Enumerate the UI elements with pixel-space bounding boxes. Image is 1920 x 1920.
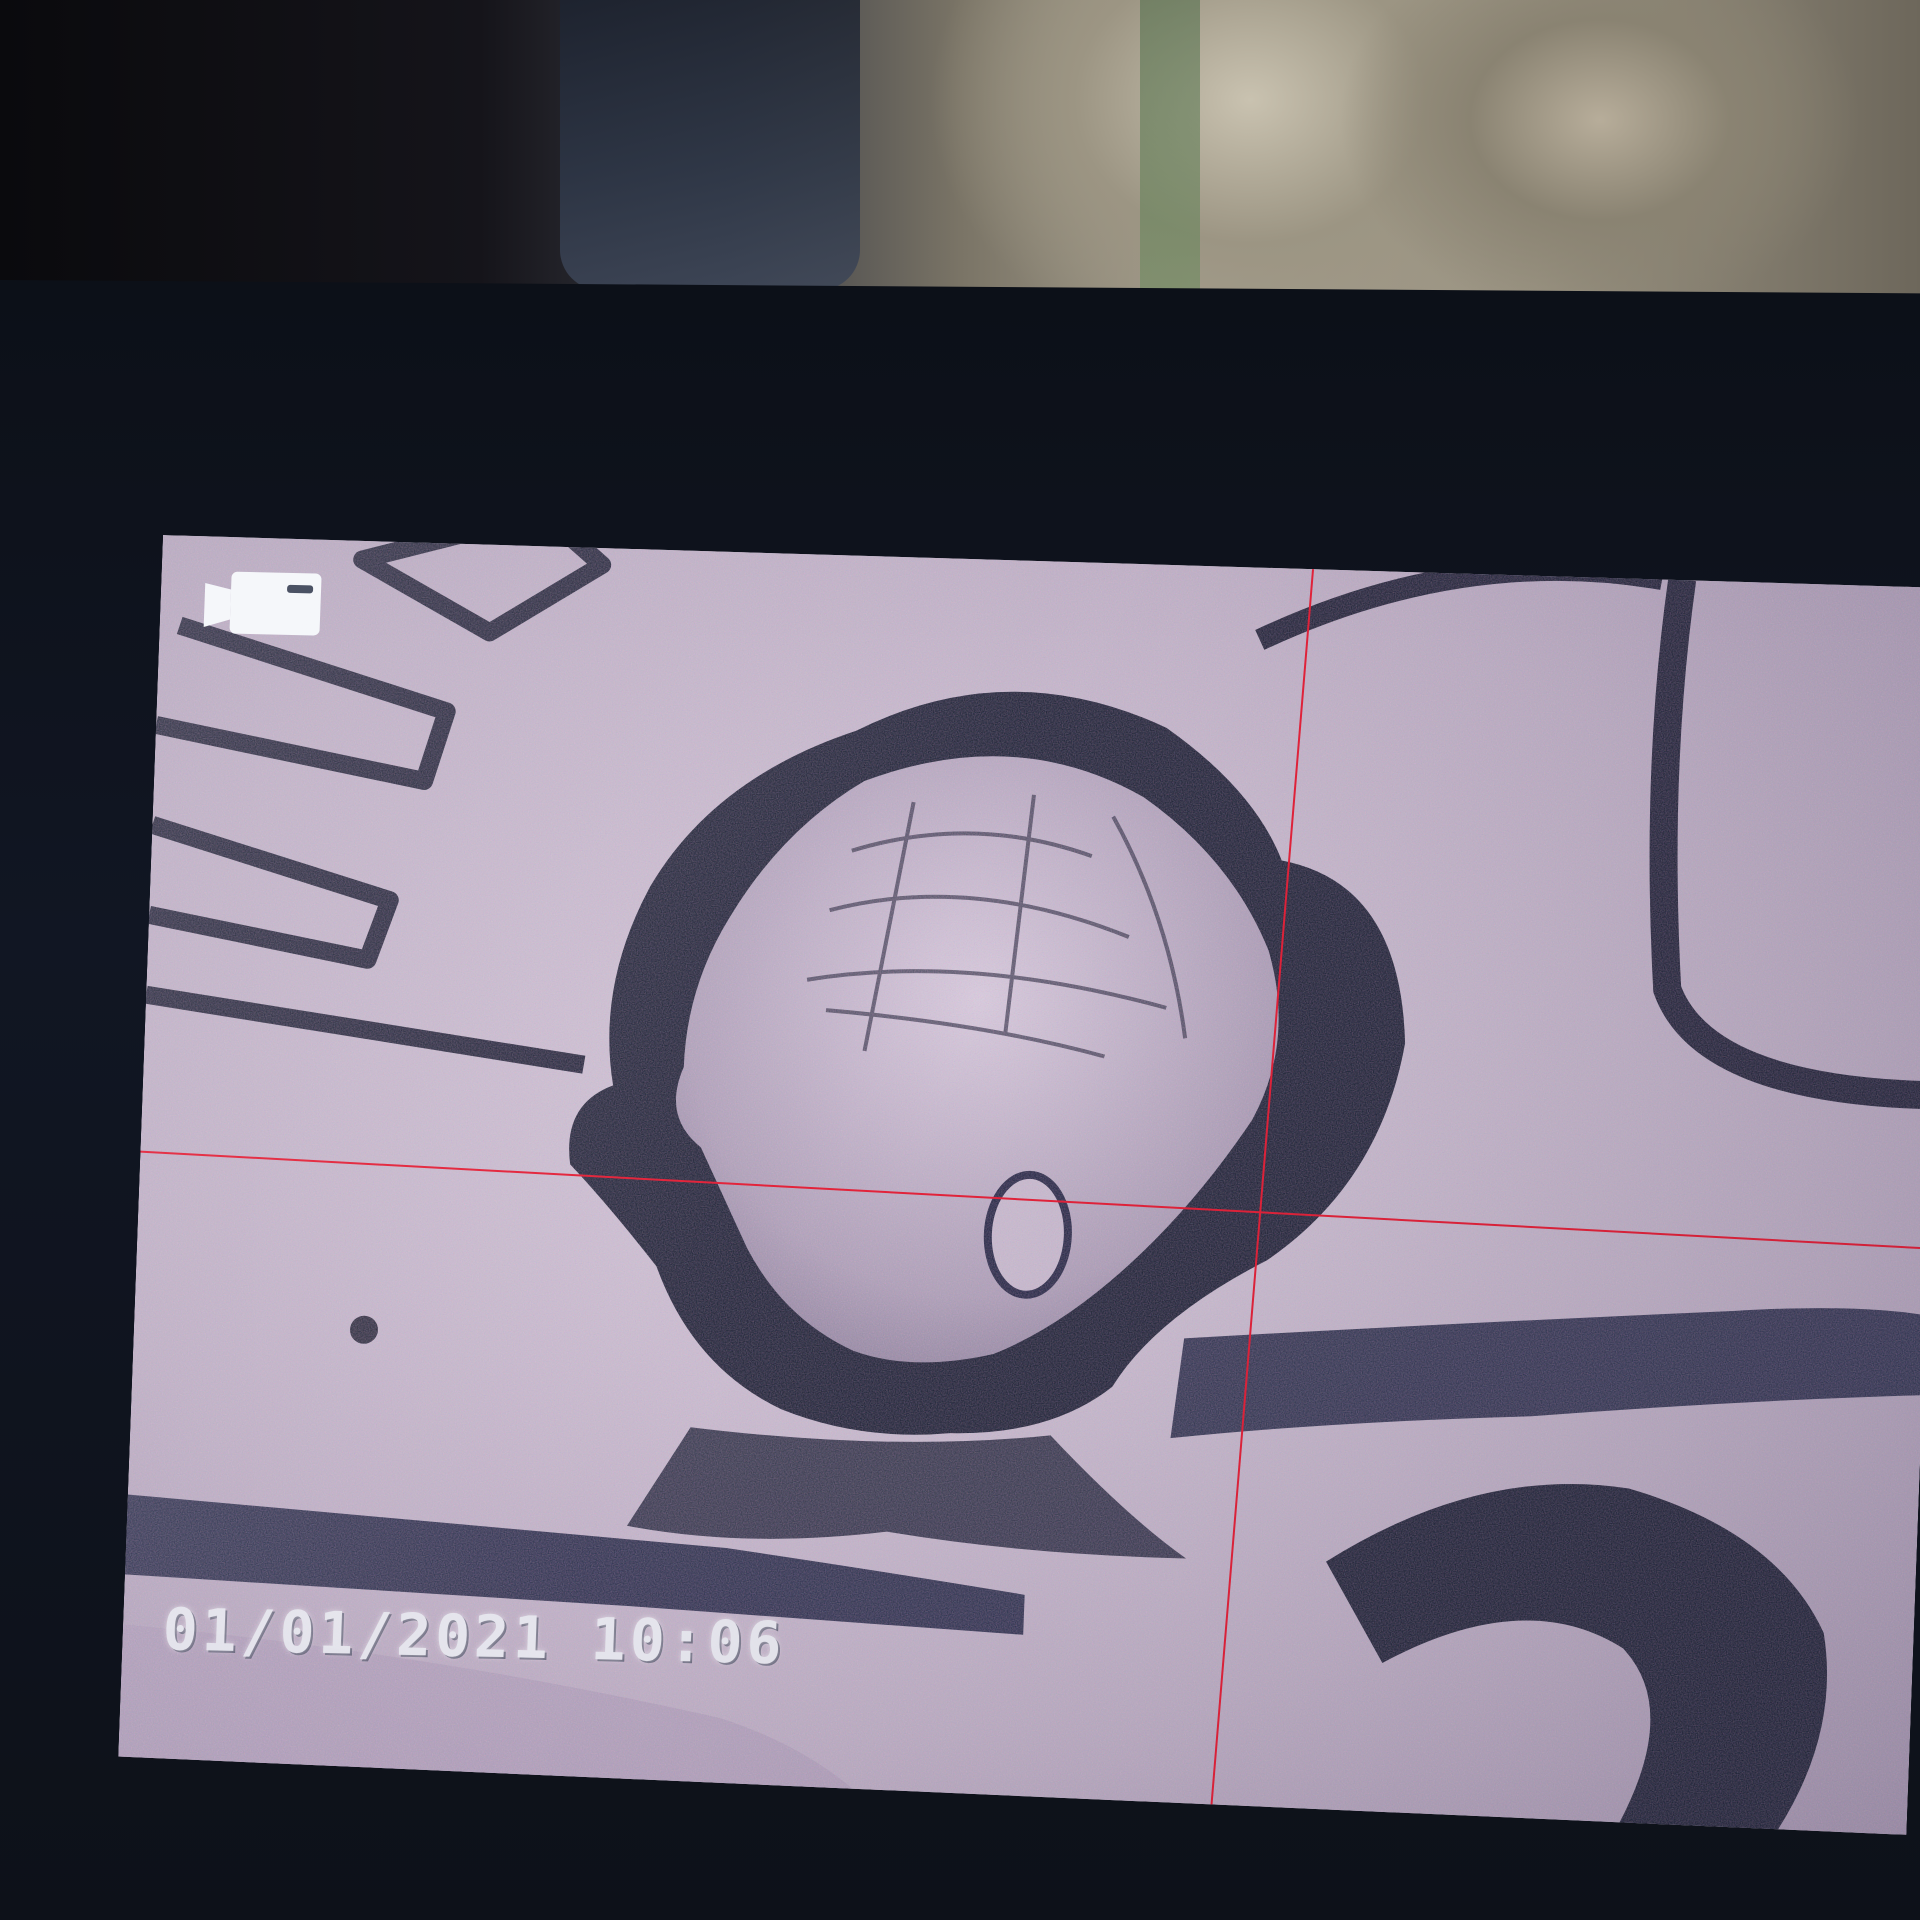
background-plant-strip bbox=[1140, 0, 1200, 290]
room-background bbox=[0, 0, 1920, 300]
photo-scene: 01/01/2021 10:06 bbox=[0, 0, 1920, 1920]
microscope-screen: 01/01/2021 10:06 bbox=[117, 535, 1920, 1835]
video-camera-icon bbox=[199, 561, 332, 644]
timestamp-overlay: 01/01/2021 10:06 bbox=[161, 1595, 787, 1678]
background-person-legs bbox=[560, 0, 860, 290]
